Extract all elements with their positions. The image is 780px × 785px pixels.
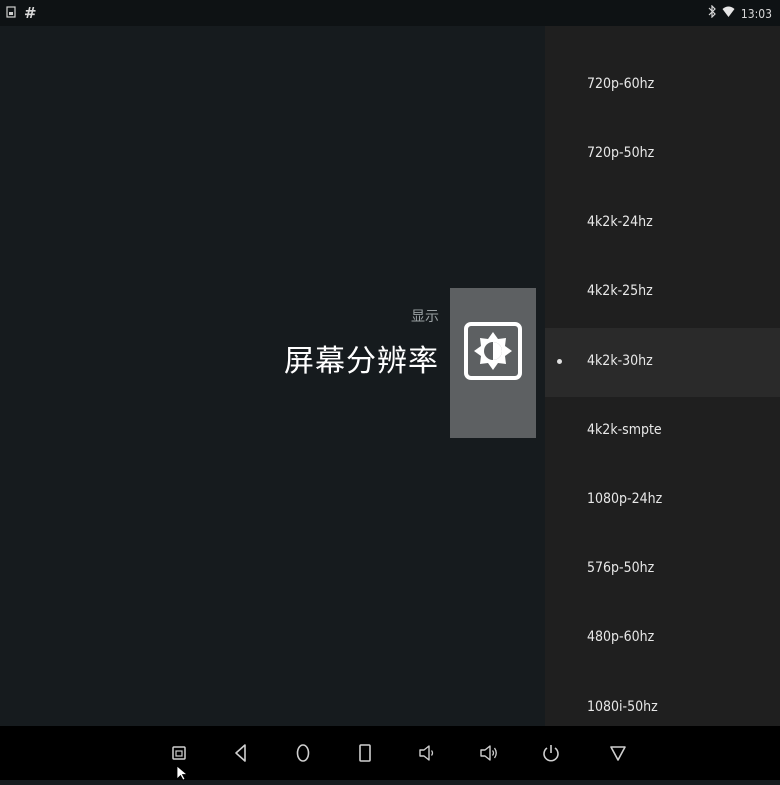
list-item-label: 4k2k-smpte (587, 422, 662, 438)
brightness-icon (464, 322, 522, 380)
volume-down-icon (419, 745, 434, 761)
recents-button[interactable] (354, 742, 376, 764)
hash-icon: # (24, 4, 37, 22)
list-item-4k2k-25hz[interactable]: 4k2k-25hz (545, 258, 780, 327)
list-item-1080p-24hz[interactable]: 1080p-24hz (545, 466, 780, 535)
list-item-label: 720p-60hz (587, 76, 655, 92)
list-item-4k2k-30hz[interactable]: 4k2k-30hz (545, 328, 780, 397)
menu-icon (610, 746, 626, 761)
list-item-1080p-60hz[interactable]: 1080p-60hz (545, 26, 780, 51)
screenshot-button[interactable] (168, 742, 190, 764)
menu-button[interactable] (607, 742, 629, 764)
home-icon (296, 744, 310, 762)
screenshot-icon (172, 746, 186, 760)
selected-indicator-icon (557, 359, 562, 364)
recents-icon (359, 744, 371, 762)
wifi-icon (722, 6, 735, 22)
navigation-bar (0, 726, 780, 780)
list-item-576p-50hz[interactable]: 576p-50hz (545, 535, 780, 604)
clock: 13:03 (740, 6, 772, 21)
power-button[interactable] (540, 742, 562, 764)
list-item-label: 720p-50hz (587, 145, 655, 161)
home-button[interactable] (292, 742, 314, 764)
list-item-label: 1080i-50hz (587, 699, 658, 715)
bluetooth-icon (708, 4, 716, 22)
list-item-720p-50hz[interactable]: 720p-50hz (545, 120, 780, 189)
list-item-720p-60hz[interactable]: 720p-60hz (545, 51, 780, 120)
volume-down-button[interactable] (416, 742, 438, 764)
list-item-label: 576p-50hz (587, 560, 655, 576)
back-button[interactable] (230, 742, 252, 764)
status-bar: # 13:03 (0, 0, 780, 26)
list-item-label: 4k2k-30hz (587, 353, 653, 369)
resolution-list[interactable]: 1080p-60hz 720p-60hz 720p-50hz 4k2k-24hz… (545, 26, 780, 726)
back-icon (235, 744, 246, 762)
list-item-1080i-50hz[interactable]: 1080i-50hz (545, 674, 780, 726)
list-item-4k2k-smpte[interactable]: 4k2k-smpte (545, 397, 780, 466)
list-item-label: 4k2k-24hz (587, 214, 653, 230)
page-title: 屏幕分辨率 (284, 344, 439, 379)
mouse-cursor-icon (176, 765, 189, 785)
list-item-480p-60hz[interactable]: 480p-60hz (545, 604, 780, 673)
volume-up-icon (480, 745, 497, 761)
power-icon (543, 745, 559, 762)
breadcrumb: 显示 (411, 309, 439, 325)
list-item-4k2k-24hz[interactable]: 4k2k-24hz (545, 189, 780, 258)
list-item-label: 1080p-24hz (587, 491, 663, 507)
screenshot-icon (6, 5, 16, 21)
list-item-label: 4k2k-25hz (587, 283, 653, 299)
list-item-label: 480p-60hz (587, 629, 655, 645)
display-icon-tile (450, 288, 536, 438)
volume-up-button[interactable] (478, 742, 500, 764)
